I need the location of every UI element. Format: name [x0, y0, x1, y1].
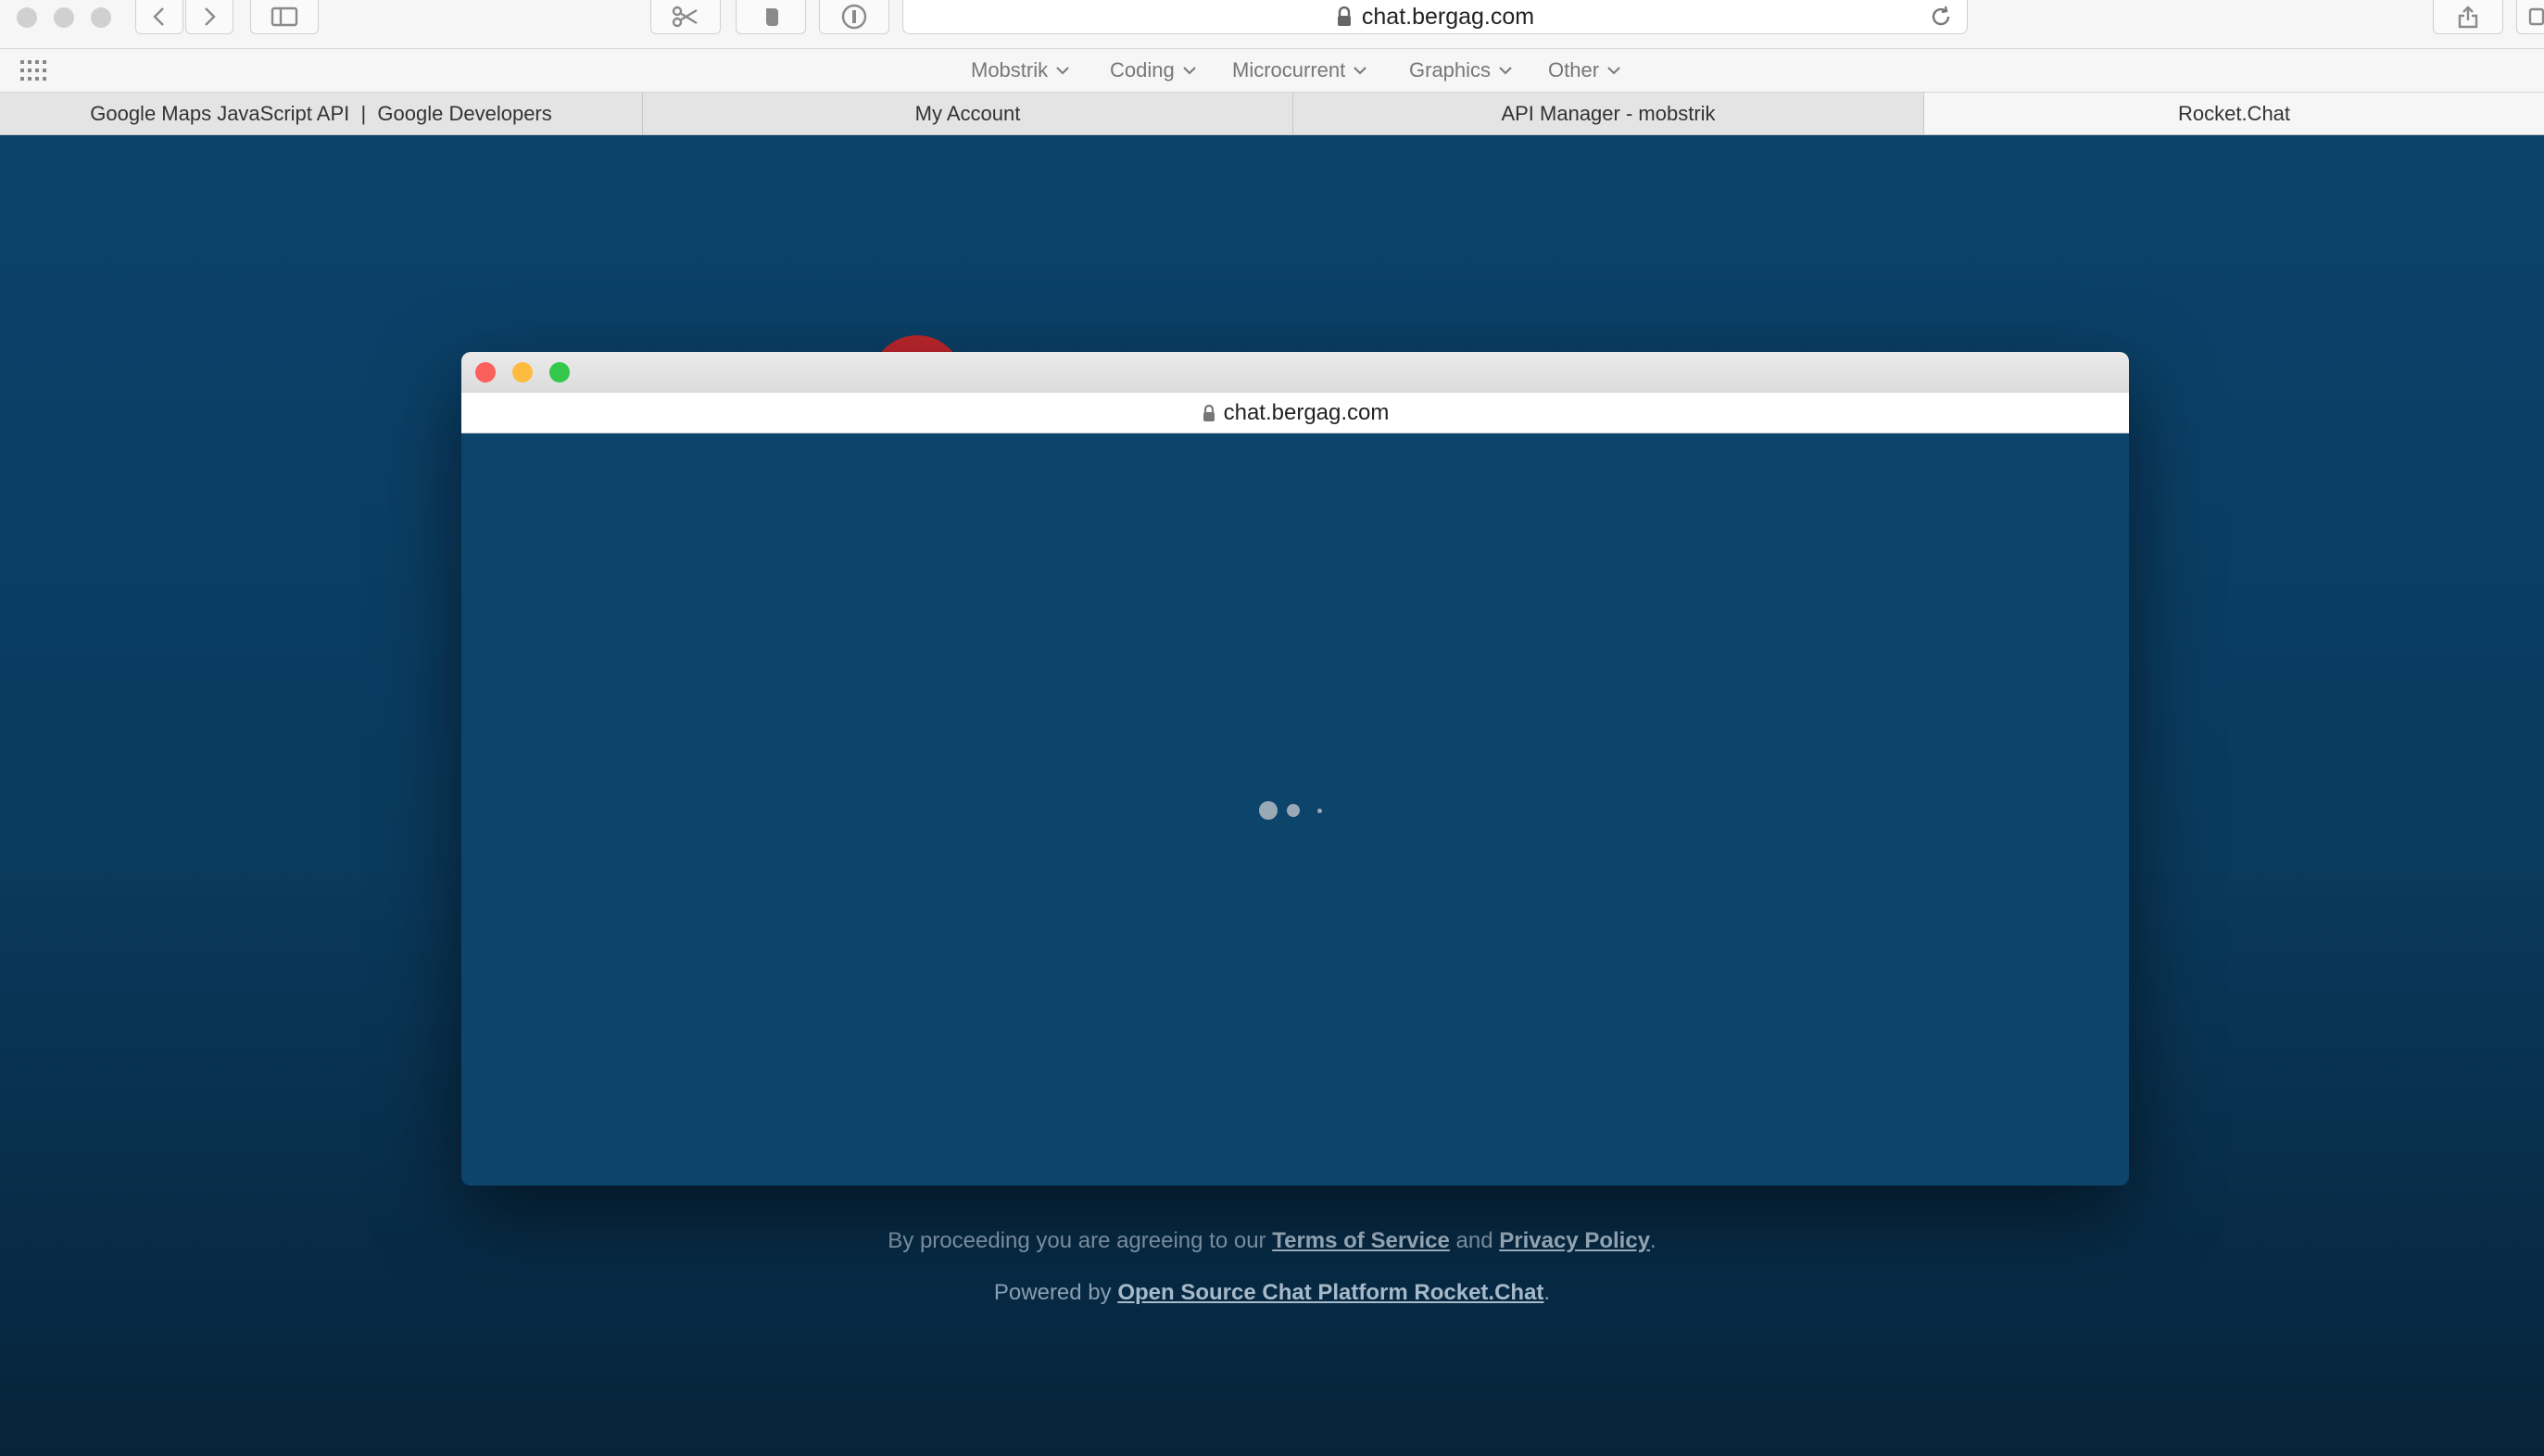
chevron-left-icon — [153, 7, 164, 26]
loading-dot — [1259, 801, 1278, 820]
back-button[interactable] — [135, 0, 183, 34]
lock-icon — [1337, 6, 1351, 26]
favorite-label: Graphics — [1409, 58, 1492, 82]
chevron-right-icon — [205, 7, 216, 26]
loading-dot — [1317, 809, 1322, 813]
terms-of-service-link[interactable]: Terms of Service — [1272, 1228, 1450, 1253]
sidebar-icon — [271, 6, 298, 27]
window-minimize-light[interactable] — [54, 7, 74, 28]
browser-toolbar: chat.bergag.com — [0, 0, 2544, 49]
window-close-light[interactable] — [17, 7, 37, 28]
powered-prefix-text: Powered by — [993, 1280, 1112, 1305]
popup-title-bar — [461, 352, 2129, 393]
sidebar-toggle-button[interactable] — [250, 0, 319, 34]
terms-period: . — [1650, 1228, 1656, 1253]
lock-icon — [1203, 404, 1215, 421]
popup-minimize-button[interactable] — [512, 362, 533, 383]
tab-my-account[interactable]: My Account — [643, 93, 1293, 134]
share-icon — [2458, 6, 2478, 29]
favorite-graphics[interactable]: Graphics — [1409, 49, 1513, 92]
favorite-label: Mobstrik — [971, 58, 1049, 82]
share-button[interactable] — [2433, 0, 2503, 34]
rocket-chat-link[interactable]: Open Source Chat Platform Rocket.Chat — [1117, 1280, 1543, 1305]
powered-by-notice: Powered by Open Source Chat Platform Roc… — [0, 1280, 2544, 1306]
chevron-down-icon — [1183, 67, 1196, 75]
chevron-down-icon — [1499, 67, 1512, 75]
grid-icon[interactable] — [20, 60, 46, 81]
popup-close-button[interactable] — [475, 362, 496, 383]
favorites-bar: Mobstrik Coding Microcurrent Graphics Ot… — [0, 49, 2544, 93]
terms-prefix-text: By proceeding you are agreeing to our — [888, 1228, 1266, 1253]
chevron-down-icon — [1607, 67, 1620, 75]
and-text: and — [1455, 1228, 1493, 1253]
tabs-icon — [2528, 7, 2544, 26]
reload-icon[interactable] — [1928, 4, 1954, 30]
address-bar[interactable]: chat.bergag.com — [902, 0, 1968, 34]
scissors-icon — [672, 6, 698, 28]
tab-label: API Manager - mobstrik — [1501, 101, 1716, 125]
onepassword-icon — [841, 4, 867, 30]
privacy-policy-link[interactable]: Privacy Policy — [1499, 1228, 1650, 1253]
favorite-label: Other — [1548, 58, 1600, 82]
tab-google-maps[interactable]: Google Maps JavaScript API | Google Deve… — [0, 93, 643, 134]
evernote-icon — [766, 8, 778, 26]
tab-api-manager[interactable]: API Manager - mobstrik — [1293, 93, 1924, 134]
popup-zoom-button[interactable] — [549, 362, 570, 383]
favorite-label: Microcurrent — [1232, 58, 1346, 82]
tab-label: My Account — [914, 101, 1021, 125]
favorite-coding[interactable]: Coding — [1110, 49, 1197, 92]
popup-address-bar: chat.bergag.com — [461, 393, 2129, 433]
window-zoom-light[interactable] — [91, 7, 111, 28]
loading-dot — [1287, 804, 1300, 817]
tab-rocket-chat[interactable]: Rocket.Chat — [1924, 93, 2544, 134]
powered-period: . — [1543, 1280, 1551, 1305]
forward-button[interactable] — [185, 0, 233, 34]
terms-notice: By proceeding you are agreeing to our Te… — [0, 1228, 2544, 1254]
favorite-microcurrent[interactable]: Microcurrent — [1232, 49, 1367, 92]
address-bar-url: chat.bergag.com — [1361, 3, 1535, 30]
tab-label: Rocket.Chat — [2177, 101, 2291, 125]
oauth-popup-window: chat.bergag.com — [461, 352, 2129, 1186]
password-manager-button[interactable] — [819, 0, 889, 34]
popup-url: chat.bergag.com — [1223, 399, 1390, 425]
favorite-other[interactable]: Other — [1548, 49, 1621, 92]
evernote-extension-button[interactable] — [736, 0, 806, 34]
chevron-down-icon — [1354, 67, 1366, 75]
tabs-overview-button[interactable] — [2516, 0, 2544, 34]
chevron-down-icon — [1056, 67, 1069, 75]
tab-bar: Google Maps JavaScript API | Google Deve… — [0, 93, 2544, 135]
popup-content — [461, 433, 2129, 1186]
clipper-extension-button[interactable] — [650, 0, 721, 34]
tab-label: Google Maps JavaScript API | Google Deve… — [90, 101, 552, 125]
favorite-label: Coding — [1110, 58, 1175, 82]
favorite-mobstrik[interactable]: Mobstrik — [971, 49, 1070, 92]
